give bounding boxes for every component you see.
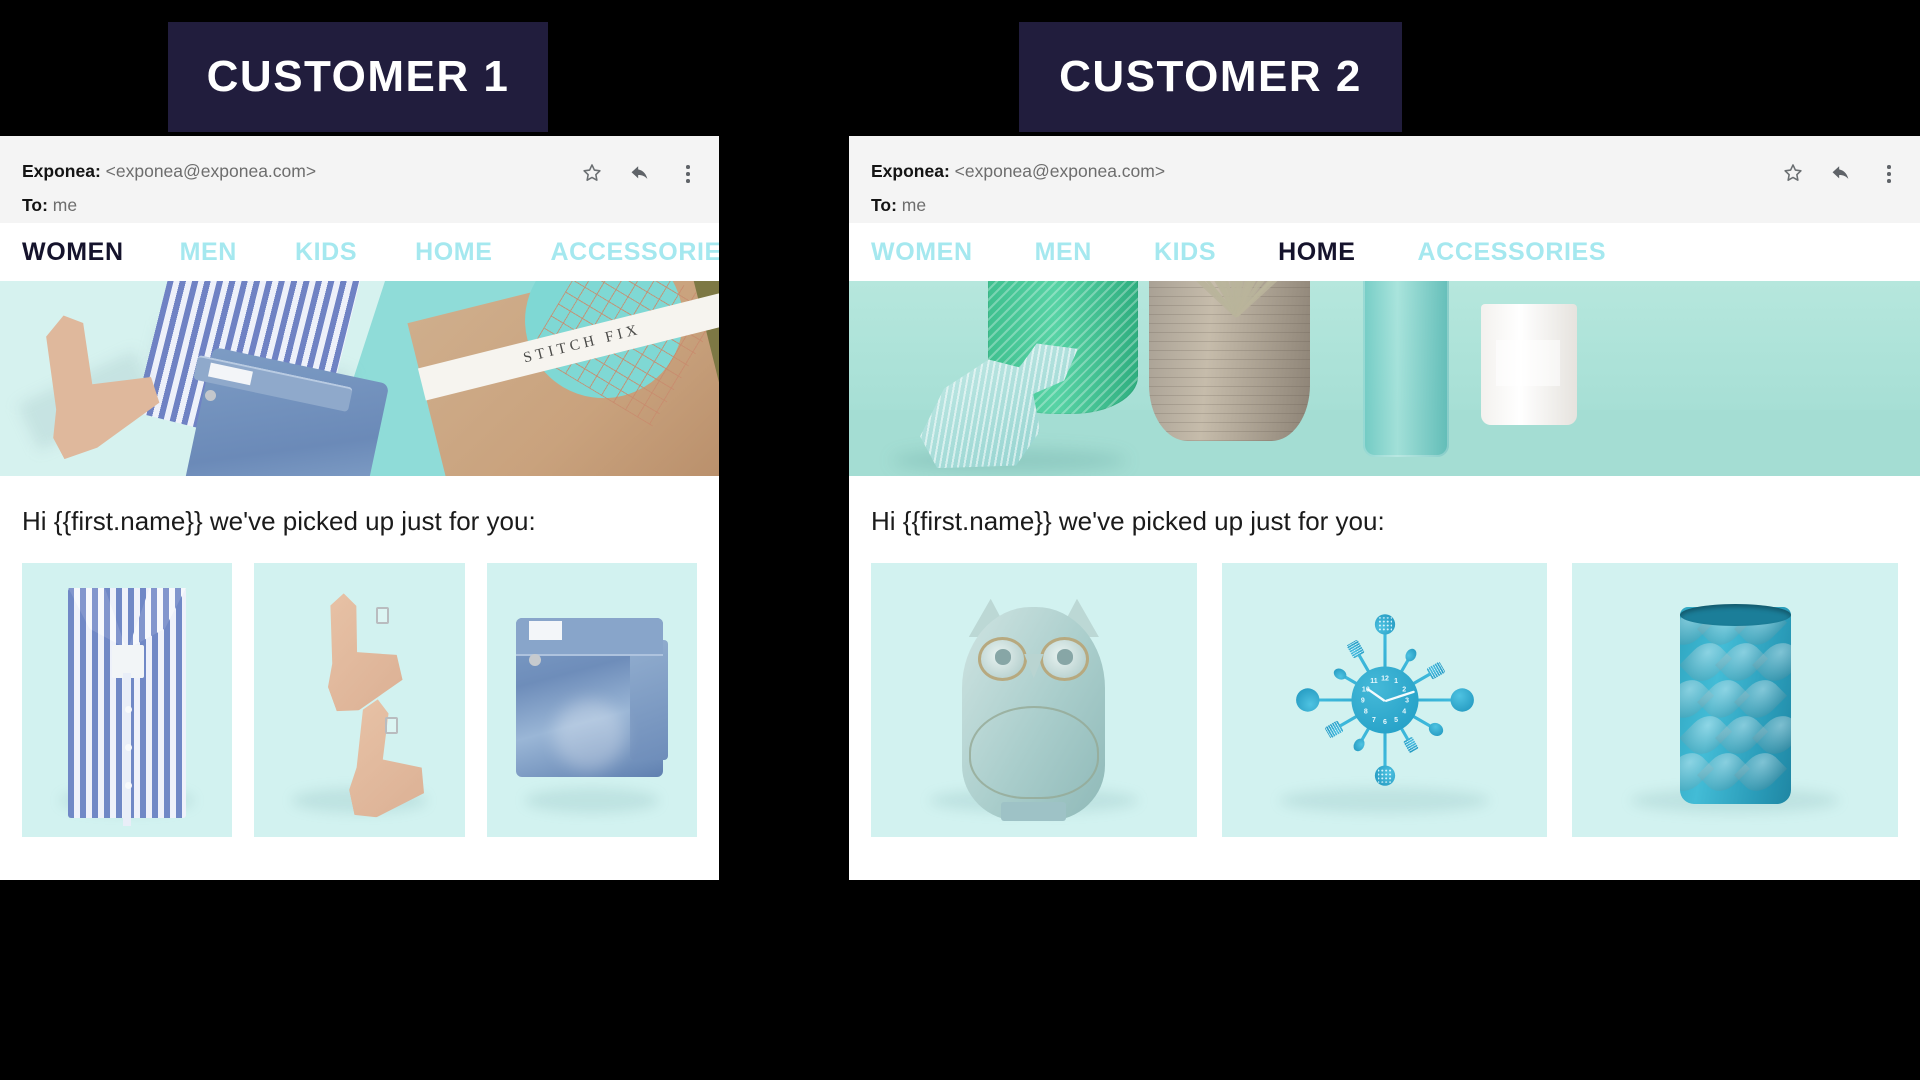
email-from-label: Exponea: [871,161,950,181]
product-tile-striped-shirt[interactable] [22,563,232,837]
email-to-line: To: me [871,188,1898,222]
email-to-value: me [902,195,926,215]
nav-item-home[interactable]: HOME [415,240,492,265]
reply-icon[interactable] [1830,162,1852,184]
store-nav: WOMEN MEN KIDS HOME ACCESSORIES [849,223,1920,281]
reply-icon[interactable] [629,162,651,184]
screenshot-root: CUSTOMER 1 CUSTOMER 2 Exponea: <exponea@… [0,0,1920,1080]
nav-item-women[interactable]: WOMEN [22,240,124,265]
email-from-address: <exponea@exponea.com> [106,161,316,181]
email-to-value: me [53,195,77,215]
clock-numeral: 5 [1394,715,1398,723]
product-tile-teal-vase[interactable] [1572,563,1898,837]
more-options-icon[interactable] [1878,163,1900,183]
greeting-text: Hi {{first.name}} we've picked up just f… [849,476,1920,537]
clock-numeral: 3 [1405,696,1409,704]
clock-numeral: 11 [1370,677,1377,685]
product-tile-heels[interactable] [254,563,464,837]
email-header: Exponea: <exponea@exponea.com> To: me [0,136,719,223]
product-tile-ceramic-owl[interactable] [871,563,1197,837]
nav-item-home[interactable]: HOME [1278,240,1355,265]
clock-numeral: 6 [1383,718,1387,726]
email-preview-customer-2: Exponea: <exponea@exponea.com> To: me WO… [849,136,1920,880]
email-from-address: <exponea@exponea.com> [955,161,1165,181]
clock-numeral: 12 [1381,674,1389,682]
clock-numeral: 4 [1402,707,1406,715]
clock-numeral: 7 [1371,715,1375,723]
more-options-icon[interactable] [677,163,699,183]
nav-item-kids[interactable]: KIDS [295,240,357,265]
clock-numeral: 8 [1363,707,1367,715]
customer-2-badge: CUSTOMER 2 [1019,22,1402,132]
email-to-line: To: me [22,188,697,222]
hero-banner-apparel: STITCH FIX [0,281,719,476]
clock-numeral: 2 [1402,685,1406,693]
email-to-label: To: [871,195,897,215]
product-grid [0,537,719,837]
nav-item-women[interactable]: WOMEN [871,240,973,265]
customer-2-badge-label: CUSTOMER 2 [1059,55,1362,99]
nav-item-accessories[interactable]: ACCESSORIES [1418,240,1607,265]
hero-air-plant [1165,281,1304,316]
email-from-label: Exponea: [22,161,101,181]
nav-item-accessories[interactable]: ACCESSORIES [551,240,719,265]
email-from-line: Exponea: <exponea@exponea.com> [871,154,1898,188]
star-icon[interactable] [1782,162,1804,184]
star-icon[interactable] [581,162,603,184]
email-to-label: To: [22,195,48,215]
nav-item-men[interactable]: MEN [180,240,237,265]
nav-item-kids[interactable]: KIDS [1154,240,1216,265]
email-preview-customer-1: Exponea: <exponea@exponea.com> To: me WO… [0,136,719,880]
clock-numeral: 9 [1360,696,1364,704]
hero-glass-bottle [1363,281,1449,457]
greeting-text: Hi {{first.name}} we've picked up just f… [0,476,719,537]
clock-numeral: 1 [1394,677,1398,685]
email-action-bar [581,162,699,184]
email-header: Exponea: <exponea@exponea.com> To: me [849,136,1920,223]
customer-1-badge-label: CUSTOMER 1 [207,55,510,99]
store-nav: WOMEN MEN KIDS HOME ACCESSORIES [0,223,719,281]
nav-item-men[interactable]: MEN [1035,240,1092,265]
product-grid: 12 1 2 3 4 5 6 7 8 9 10 11 [849,537,1920,837]
product-tile-cutlery-clock[interactable]: 12 1 2 3 4 5 6 7 8 9 10 11 [1222,563,1548,837]
customer-1-badge: CUSTOMER 1 [168,22,548,132]
email-action-bar [1782,162,1900,184]
hero-banner-home-decor [849,281,1920,476]
product-tile-jeans[interactable] [487,563,697,837]
